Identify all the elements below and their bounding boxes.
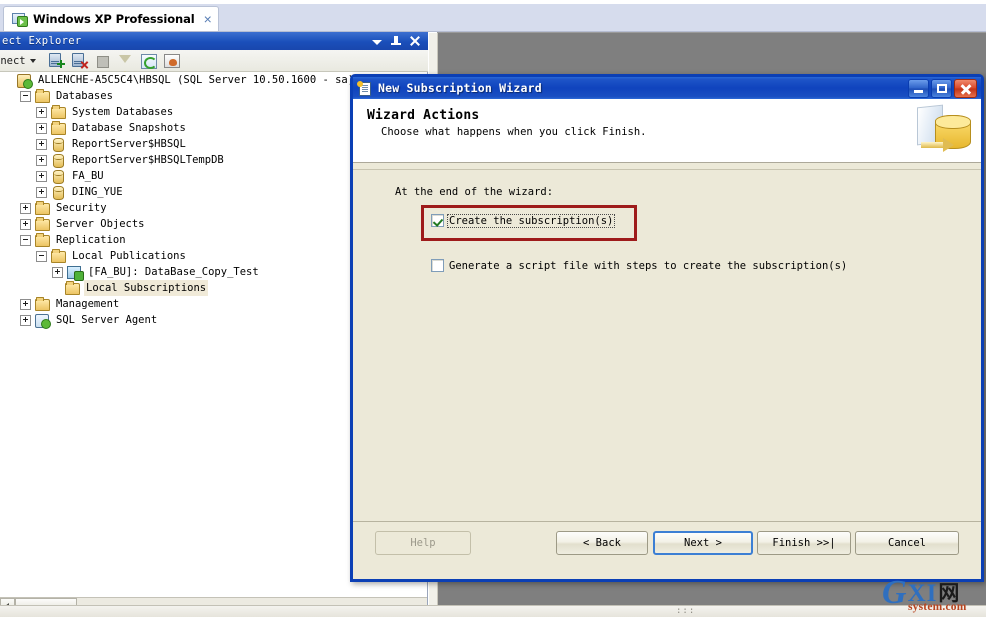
back-button[interactable]: < Back [556, 531, 648, 555]
expand-icon[interactable] [36, 138, 47, 150]
resize-grip-icon[interactable]: ::: [676, 607, 694, 616]
folder-icon [50, 121, 66, 135]
tree-item-label: Database Snapshots [72, 122, 186, 134]
watermark-g: G [882, 574, 907, 611]
close-icon[interactable] [409, 35, 421, 48]
help-button[interactable]: Help [375, 531, 471, 555]
close-icon[interactable]: × [204, 12, 212, 26]
database-icon [50, 185, 66, 200]
close-button[interactable] [954, 78, 977, 98]
dialog-banner: Wizard Actions Choose what happens when … [353, 99, 981, 163]
tree-item-label: ReportServer$HBSQL [72, 138, 186, 150]
tree-item-label: Databases [56, 90, 113, 102]
checkbox-create-subscriptions[interactable] [431, 214, 444, 227]
finish-button[interactable]: Finish >>| [757, 531, 851, 555]
document-tabstrip: Windows XP Professional × [0, 4, 986, 32]
database-icon [50, 137, 66, 152]
cancel-button[interactable]: Cancel [855, 531, 959, 555]
server-icon [16, 73, 33, 89]
checkbox-generate-script[interactable] [431, 259, 444, 272]
tree-item-label: SQL Server Agent [56, 314, 158, 326]
folder-icon [34, 217, 50, 231]
expand-icon[interactable] [20, 314, 31, 326]
folder-icon [64, 281, 80, 295]
tree-item-label: Security [56, 202, 107, 214]
report-icon[interactable] [161, 51, 181, 70]
watermark-subtext: system.com [908, 601, 967, 613]
body-lead-text: At the end of the wizard: [395, 186, 554, 198]
dialog-body: At the end of the wizard: Create the sub… [353, 170, 981, 565]
checkbox-row-create-subscriptions[interactable]: Create the subscription(s) [431, 213, 616, 228]
folder-icon [34, 233, 50, 247]
expand-icon[interactable] [36, 106, 47, 118]
tree-item-label: [FA_BU]: DataBase_Copy_Test [88, 266, 259, 278]
folder-icon [50, 105, 66, 119]
folder-icon [50, 249, 66, 263]
agent-icon [34, 313, 51, 329]
expand-icon[interactable] [20, 298, 31, 310]
tree-item-label: Local Subscriptions [84, 280, 209, 296]
object-explorer-title: ect Explorer [2, 35, 82, 47]
database-icon [50, 169, 66, 184]
publication-icon [66, 265, 84, 281]
chevron-down-icon [26, 55, 36, 67]
object-explorer-toolbar: nnect [0, 50, 428, 76]
expand-icon[interactable] [36, 186, 47, 198]
expand-icon[interactable] [36, 122, 47, 134]
dialog-titlebar[interactable]: New Subscription Wizard [353, 77, 981, 99]
collapse-icon[interactable] [36, 250, 47, 262]
chevron-down-icon[interactable] [371, 35, 383, 48]
banner-separator [353, 163, 981, 170]
document-tab-windows-xp-professional[interactable]: Windows XP Professional × [3, 6, 219, 31]
new-subscription-wizard-dialog: New Subscription Wizard Wizard Actions C… [350, 74, 984, 582]
site-watermark: G XI 网 system.com [882, 571, 982, 615]
banner-subtext: Choose what happens when you click Finis… [381, 126, 647, 138]
pin-icon[interactable] [390, 35, 402, 48]
maximize-button[interactable] [931, 78, 952, 98]
tree-item-label: System Databases [72, 106, 174, 118]
tree-item-label: DING_YUE [72, 186, 123, 198]
filter-icon[interactable] [115, 51, 135, 76]
dialog-title: New Subscription Wizard [378, 81, 542, 95]
expand-icon[interactable] [36, 170, 47, 182]
dialog-footer: Help < Back Next > Finish >>| Cancel [353, 521, 981, 565]
checkbox-row-generate-script[interactable]: Generate a script file with steps to cre… [431, 259, 848, 272]
expand-icon[interactable] [20, 218, 31, 230]
folder-icon [34, 201, 50, 215]
tree-item-label: FA_BU [72, 170, 104, 182]
wizard-icon [357, 81, 373, 96]
connect-dropdown-button[interactable]: nnect [0, 55, 39, 67]
tree-item-label: Local Publications [72, 250, 186, 262]
checkbox-label-generate-script[interactable]: Generate a script file with steps to cre… [448, 260, 848, 272]
document-tab-label: Windows XP Professional [33, 12, 195, 26]
checkbox-label-create-subscriptions[interactable]: Create the subscription(s) [446, 213, 616, 228]
stop-icon [92, 51, 112, 70]
tree-item-label: Server Objects [56, 218, 145, 230]
monitor-run-icon [11, 11, 28, 27]
expand-icon[interactable] [36, 154, 47, 166]
next-button[interactable]: Next > [653, 531, 753, 555]
expand-icon[interactable] [52, 266, 63, 278]
disconnect-object-explorer-icon[interactable] [69, 51, 89, 70]
tree-item-label: Management [56, 298, 120, 310]
banner-heading: Wizard Actions [367, 108, 480, 123]
replication-database-icon [911, 102, 973, 160]
tree-item-label: Replication [56, 234, 126, 246]
object-explorer-titlebar: ect Explorer [0, 32, 428, 50]
collapse-icon[interactable] [20, 234, 31, 246]
minimize-button[interactable] [908, 78, 929, 98]
database-icon [50, 153, 66, 168]
connect-object-explorer-icon[interactable] [46, 51, 66, 70]
expand-icon[interactable] [20, 202, 31, 214]
folder-icon [34, 297, 50, 311]
status-bar: ::: [0, 605, 986, 617]
tree-item-label: ALLENCHE-A5C5C4\HBSQL (SQL Server 10.50.… [38, 74, 355, 86]
folder-icon [34, 89, 50, 103]
app-root: Windows XP Professional × ect Explorer n… [0, 0, 986, 617]
connect-label: nnect [0, 54, 26, 67]
collapse-icon[interactable] [20, 90, 31, 102]
tree-item-label: ReportServer$HBSQLTempDB [72, 154, 224, 166]
refresh-icon[interactable] [138, 51, 158, 70]
